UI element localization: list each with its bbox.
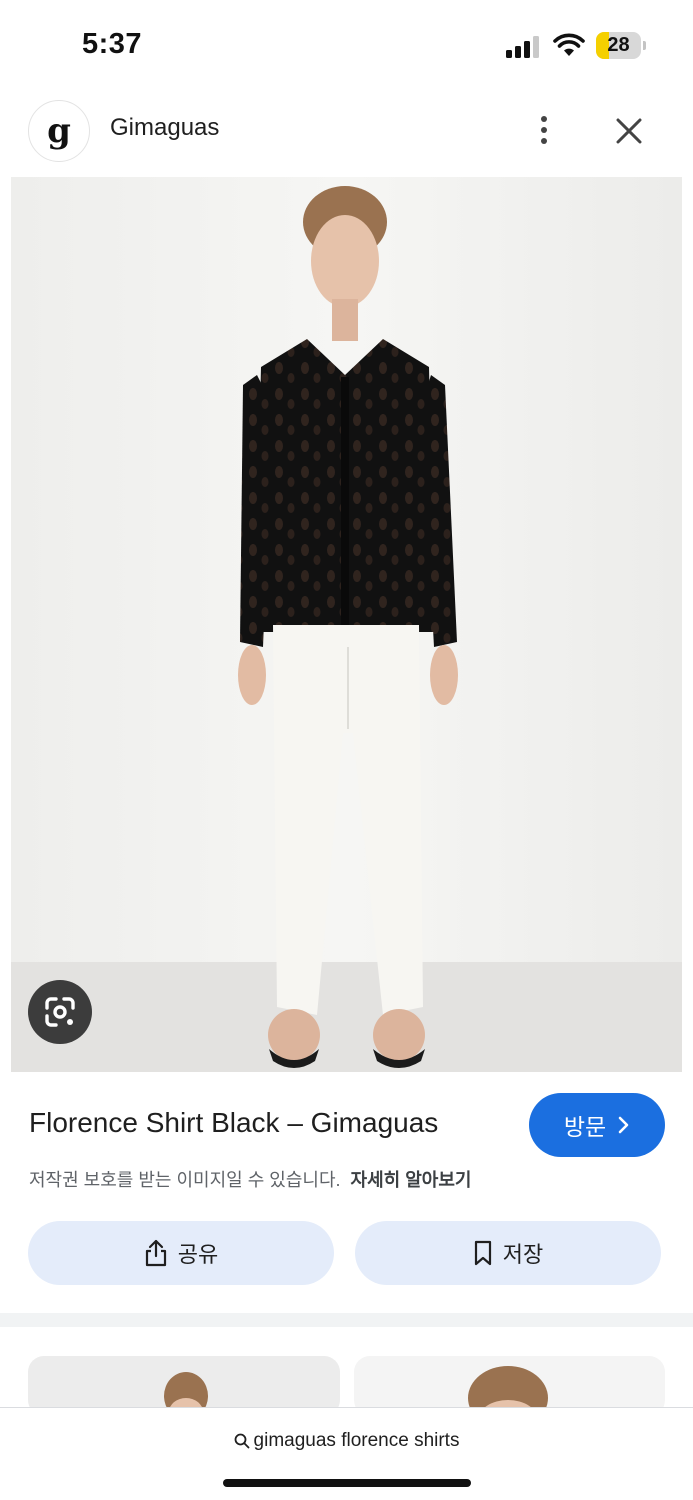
status-bar: 5:37 28	[0, 0, 693, 92]
copyright-notice: 저작권 보호를 받는 이미지일 수 있습니다. 자세히 알아보기	[29, 1166, 471, 1192]
site-logo[interactable]: g	[28, 100, 90, 162]
section-divider	[0, 1313, 693, 1327]
bottom-search-bar[interactable]: gimaguas florence shirts	[0, 1407, 693, 1500]
home-indicator	[223, 1479, 471, 1487]
source-header: g Gimaguas	[0, 92, 693, 172]
search-icon	[234, 1433, 249, 1449]
bookmark-icon	[474, 1240, 491, 1266]
product-image[interactable]	[11, 177, 682, 1072]
save-label: 저장	[502, 1242, 544, 1267]
share-label: 공유	[177, 1242, 219, 1267]
status-time: 5:37	[82, 28, 143, 60]
google-lens-button[interactable]	[28, 980, 92, 1044]
save-button[interactable]: 저장	[355, 1221, 661, 1285]
visit-button[interactable]: 방문	[529, 1093, 665, 1157]
battery-icon: 28	[596, 32, 646, 59]
site-name[interactable]: Gimaguas	[110, 114, 219, 142]
battery-level: 28	[607, 34, 630, 56]
result-title[interactable]: Florence Shirt Black – Gimaguas	[29, 1107, 438, 1139]
chevron-right-icon	[618, 1116, 629, 1134]
close-icon[interactable]	[610, 112, 648, 150]
share-icon	[145, 1239, 166, 1267]
visit-label: 방문	[563, 1114, 607, 1140]
share-button[interactable]: 공유	[28, 1221, 334, 1285]
signal-icon	[506, 36, 542, 58]
search-query-row[interactable]: gimaguas florence shirts	[0, 1430, 693, 1452]
wifi-icon	[553, 33, 585, 56]
learn-more-link[interactable]: 자세히 알아보기	[351, 1170, 472, 1190]
google-lens-icon	[45, 997, 75, 1027]
copyright-text: 저작권 보호를 받는 이미지일 수 있습니다.	[29, 1170, 341, 1190]
model-photo	[11, 177, 682, 1072]
more-vert-icon[interactable]	[526, 110, 562, 150]
search-query: gimaguas florence shirts	[253, 1430, 460, 1451]
